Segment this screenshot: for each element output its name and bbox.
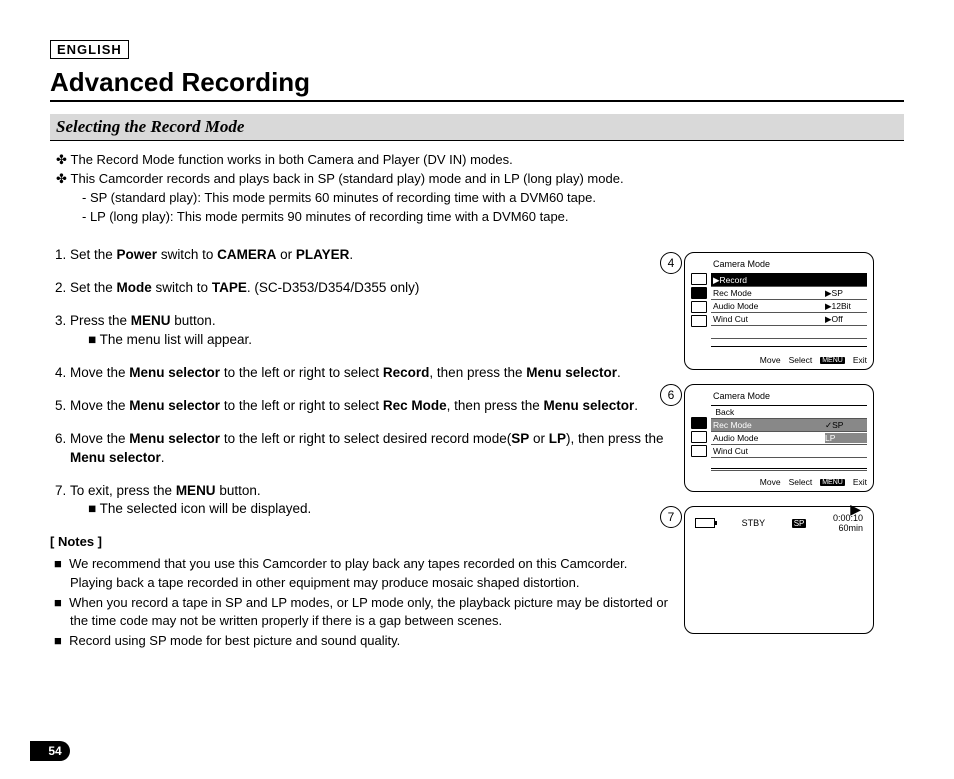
osd-exit: Exit	[853, 477, 867, 487]
osd-mode-title: Camera Mode	[713, 259, 770, 269]
tape-icon	[691, 287, 707, 299]
intro-line: The Record Mode function works in both C…	[71, 152, 513, 167]
stby-label: STBY	[742, 518, 766, 528]
note-item: Record using SP mode for best picture an…	[69, 633, 400, 648]
step-7-sub: The selected icon will be displayed.	[100, 501, 312, 516]
battery-icon	[695, 518, 715, 528]
notes-block: ■ We recommend that you use this Camcord…	[54, 555, 670, 650]
figure-6: 6 Camera Mode Back Rec Mode✓SP Audio Mod…	[684, 384, 904, 492]
page-number: 54	[40, 741, 70, 761]
bullet-glyph: ✤	[56, 171, 67, 186]
section-heading: Selecting the Record Mode	[50, 114, 904, 141]
language-tag: ENGLISH	[50, 40, 129, 59]
av-icon	[691, 301, 707, 313]
osd-screen: Camera Mode ▶Record Rec Mode▶SP Audio Mo…	[684, 252, 874, 370]
step-7: To exit, press the MENU button. ■ The se…	[70, 482, 670, 520]
step-6: Move the Menu selector to the left or ri…	[70, 430, 670, 468]
figure-number: 7	[660, 506, 682, 528]
camera-icon	[691, 273, 707, 285]
steps-column: Set the Power switch to CAMERA or PLAYER…	[50, 246, 670, 652]
osd-lp: LP	[825, 433, 835, 443]
osd-rec-val: SP	[832, 288, 843, 298]
settings-icon	[691, 315, 707, 327]
page-title: Advanced Recording	[50, 67, 904, 102]
osd-exit: Exit	[853, 355, 867, 365]
osd-rec-mode: Rec Mode	[711, 288, 825, 298]
intro-subline: - SP (standard play): This mode permits …	[56, 189, 904, 208]
figure-column: 4 Camera Mode ▶Record Rec Mode▶SP Audio …	[684, 246, 904, 652]
osd-record: Record	[720, 275, 747, 285]
tape-remain: 60min	[833, 523, 863, 533]
settings-icon	[691, 445, 707, 457]
osd-audio-mode: Audio Mode	[711, 301, 825, 311]
osd-select: Select	[789, 477, 813, 487]
step-3-sub: The menu list will appear.	[100, 332, 252, 347]
note-item: We recommend that you use this Camcorder…	[69, 556, 627, 589]
osd-wind-cut: Wind Cut	[711, 314, 825, 324]
tape-icon	[691, 417, 707, 429]
step-5: Move the Menu selector to the left or ri…	[70, 397, 670, 416]
bullet-glyph: ✤	[56, 152, 67, 167]
osd-move: Move	[760, 477, 781, 487]
osd-sp: SP	[832, 420, 843, 430]
step-4: Move the Menu selector to the left or ri…	[70, 364, 670, 383]
osd-wind-cut: Wind Cut	[711, 446, 825, 456]
menu-chip: MENU	[820, 479, 845, 486]
osd-select: Select	[789, 355, 813, 365]
osd-audio-val: 12Bit	[832, 301, 851, 311]
osd-wind-val: Off	[832, 314, 843, 324]
step-1: Set the Power switch to CAMERA or PLAYER…	[70, 246, 670, 265]
notes-heading: [ Notes ]	[50, 533, 670, 551]
osd-audio-mode: Audio Mode	[711, 433, 825, 443]
intro-block: ✤ The Record Mode function works in both…	[56, 151, 904, 226]
step-2: Set the Mode switch to TAPE. (SC-D353/D3…	[70, 279, 670, 298]
intro-subline: - LP (long play): This mode permits 90 m…	[56, 208, 904, 227]
intro-line: This Camcorder records and plays back in…	[71, 171, 624, 186]
osd-screen: ▶ STBY SP 0:00:10 60min	[684, 506, 874, 634]
sp-chip: SP	[792, 519, 807, 528]
osd-back: Back	[715, 407, 734, 417]
note-item: When you record a tape in SP and LP mode…	[69, 595, 668, 628]
osd-move: Move	[760, 355, 781, 365]
osd-rec-mode: Rec Mode	[711, 420, 825, 430]
figure-7: 7 ▶ STBY SP 0:00:10 60min	[684, 506, 904, 634]
av-icon	[691, 431, 707, 443]
cursor-icon: ▶	[850, 501, 861, 518]
figure-number: 6	[660, 384, 682, 406]
osd-mode-title: Camera Mode	[713, 391, 770, 401]
osd-screen: Camera Mode Back Rec Mode✓SP Audio ModeL…	[684, 384, 874, 492]
figure-4: 4 Camera Mode ▶Record Rec Mode▶SP Audio …	[684, 252, 904, 370]
step-3: Press the MENU button. ■ The menu list w…	[70, 312, 670, 350]
figure-number: 4	[660, 252, 682, 274]
menu-chip: MENU	[820, 357, 845, 364]
